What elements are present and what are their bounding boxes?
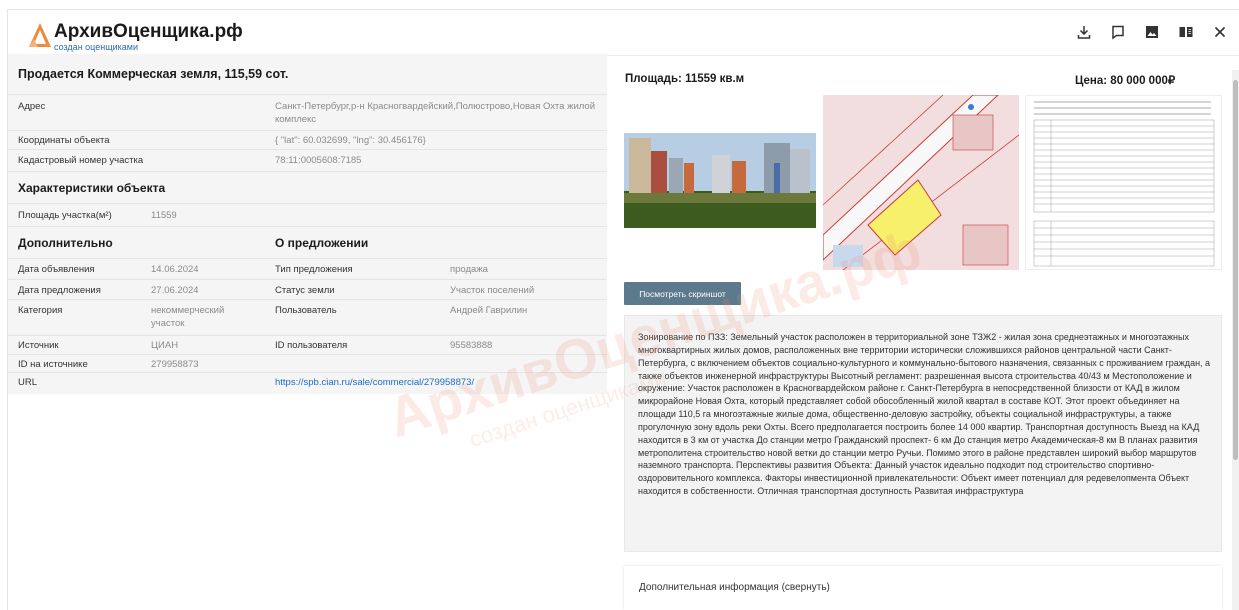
land-status-label: Статус земли	[275, 285, 335, 296]
announce-date-value: 14.06.2024	[151, 264, 199, 275]
coords-label: Координаты объекта	[18, 135, 110, 146]
characteristics-heading: Характеристики объекта	[18, 181, 166, 195]
book-icon[interactable]	[1178, 24, 1194, 40]
coords-value: { "lat": 60.032699, "lng": 30.456176}	[275, 135, 426, 146]
view-screenshot-button[interactable]: Посмотреть скриншот	[624, 282, 741, 305]
area-value: 11559	[151, 210, 177, 221]
dates-row-2: Дата предложения 27.06.2024 Статус земли…	[8, 279, 607, 299]
offer-date-label: Дата предложения	[18, 285, 101, 296]
category-row: Категория некоммерческий участок Пользов…	[8, 299, 607, 335]
description-box: Зонирование по ПЗЗ: Земельный участок ра…	[624, 315, 1222, 552]
source-row: Источник ЦИАН ID пользователя 95583888	[8, 335, 607, 354]
offer-type-label: Тип предложения	[275, 264, 353, 275]
extra-info-panel[interactable]: Дополнительная информация (свернуть)	[624, 566, 1222, 610]
listing-photo-buildings[interactable]	[624, 133, 816, 228]
cadastral-value: 78:11:0005608:7185	[275, 155, 362, 166]
offer-date-value: 27.06.2024	[151, 285, 199, 296]
address-value: Санкт-Петербург,р-н Красногвардейский,По…	[275, 101, 595, 125]
land-status-value: Участок поселений	[450, 285, 535, 296]
header-toolbar	[1076, 24, 1228, 40]
user-value: Андрей Гаврилин	[450, 305, 528, 316]
scrollbar-thumb[interactable]	[1233, 80, 1238, 460]
source-value: ЦИАН	[151, 340, 179, 351]
source-url-link[interactable]: https://spb.cian.ru/sale/commercial/2799…	[275, 376, 474, 389]
download-icon[interactable]	[1076, 24, 1092, 40]
source-id-label: ID на источнике	[18, 359, 88, 370]
cadastral-row: Кадастровый номер участка 78:11:0005608:…	[8, 149, 607, 171]
listing-photo-document[interactable]	[1025, 95, 1222, 270]
address-label: Адрес	[18, 101, 46, 112]
listing-details-panel: Продается Коммерческая земля, 115,59 сот…	[8, 54, 607, 394]
area-label: Площадь участка(м²)	[18, 210, 112, 221]
cadastral-label: Кадастровый номер участка	[18, 155, 144, 166]
logo-triangle-icon	[29, 23, 51, 47]
header: АрхивОценщика.рф создан оценщиками	[8, 10, 1239, 56]
listing-photo-map[interactable]	[823, 95, 1019, 270]
chat-icon[interactable]	[1110, 24, 1126, 40]
url-row: URL https://spb.cian.ru/sale/commercial/…	[8, 372, 607, 394]
category-label: Категория	[18, 305, 63, 316]
extra-info-toggle[interactable]: Дополнительная информация (свернуть)	[639, 582, 830, 593]
description-text: Зонирование по ПЗЗ: Земельный участок ра…	[638, 332, 1211, 497]
brand-subtitle: создан оценщиками	[54, 42, 138, 52]
url-label: URL	[18, 377, 38, 388]
category-value: некоммерческий участок	[151, 305, 225, 329]
additional-heading: Дополнительно	[18, 236, 113, 250]
source-label: Источник	[18, 340, 59, 351]
image-icon[interactable]	[1144, 24, 1160, 40]
dates-row-1: Дата объявления 14.06.2024 Тип предложен…	[8, 258, 607, 279]
user-id-value: 95583888	[450, 340, 493, 351]
brand-title: АрхивОценщика.рф	[54, 21, 243, 42]
characteristics-section: Характеристики объекта	[8, 171, 607, 203]
offer-heading: О предложении	[275, 236, 369, 250]
price-summary: Цена: 80 000 000₽	[1075, 75, 1176, 87]
source-id-row: ID на источнике 279958873	[8, 354, 607, 372]
offer-type-value: продажа	[450, 264, 488, 275]
address-row: Адрес Санкт-Петербург,р-н Красногвардейс…	[8, 94, 607, 130]
area-row: Площадь участка(м²) 11559	[8, 203, 607, 226]
announce-date-label: Дата объявления	[18, 264, 95, 275]
area-summary: Площадь: 11559 кв.м	[625, 73, 745, 85]
user-id-label: ID пользователя	[275, 340, 348, 351]
listing-title: Продается Коммерческая земля, 115,59 сот…	[18, 67, 289, 81]
logo[interactable]: АрхивОценщика.рф создан оценщиками	[28, 21, 243, 52]
section-headings-row: Дополнительно О предложении	[8, 226, 607, 258]
scrollbar[interactable]	[1232, 70, 1239, 610]
close-icon[interactable]	[1212, 24, 1228, 40]
user-label: Пользователь	[275, 305, 337, 316]
coords-row: Координаты объекта { "lat": 60.032699, "…	[8, 130, 607, 149]
source-id-value: 279958873	[151, 359, 199, 370]
